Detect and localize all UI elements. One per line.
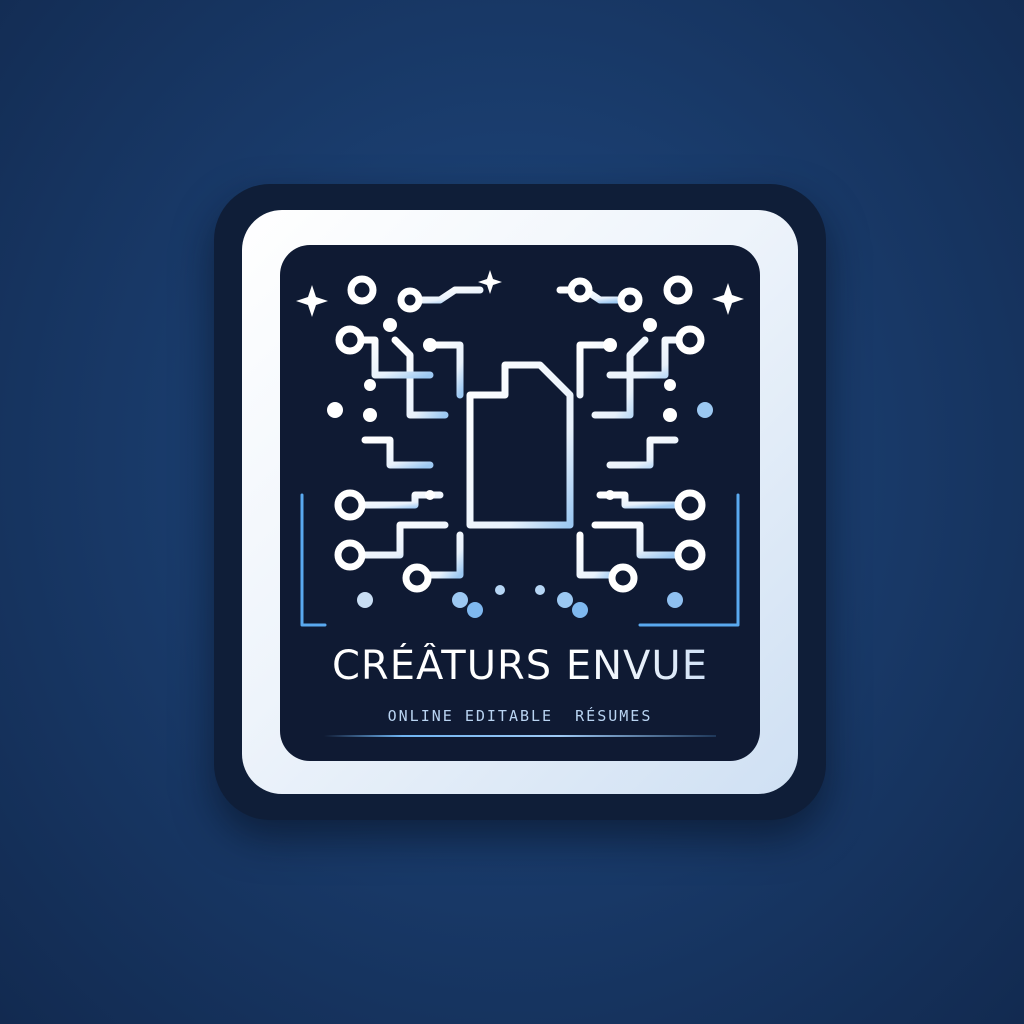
sparkle-icon <box>296 285 328 317</box>
logo-canvas: CRÉÂTURS ENVUE ONLINE EDITABLE RÉSUMES <box>0 0 1024 1024</box>
tagline-underline <box>324 735 716 737</box>
logo-badge: CRÉÂTURS ENVUE ONLINE EDITABLE RÉSUMES <box>280 245 760 761</box>
brand-title: CRÉÂTURS ENVUE <box>280 643 760 689</box>
brand-tagline: ONLINE EDITABLE RÉSUMES <box>387 707 653 725</box>
circuit-document-icon <box>296 270 744 627</box>
